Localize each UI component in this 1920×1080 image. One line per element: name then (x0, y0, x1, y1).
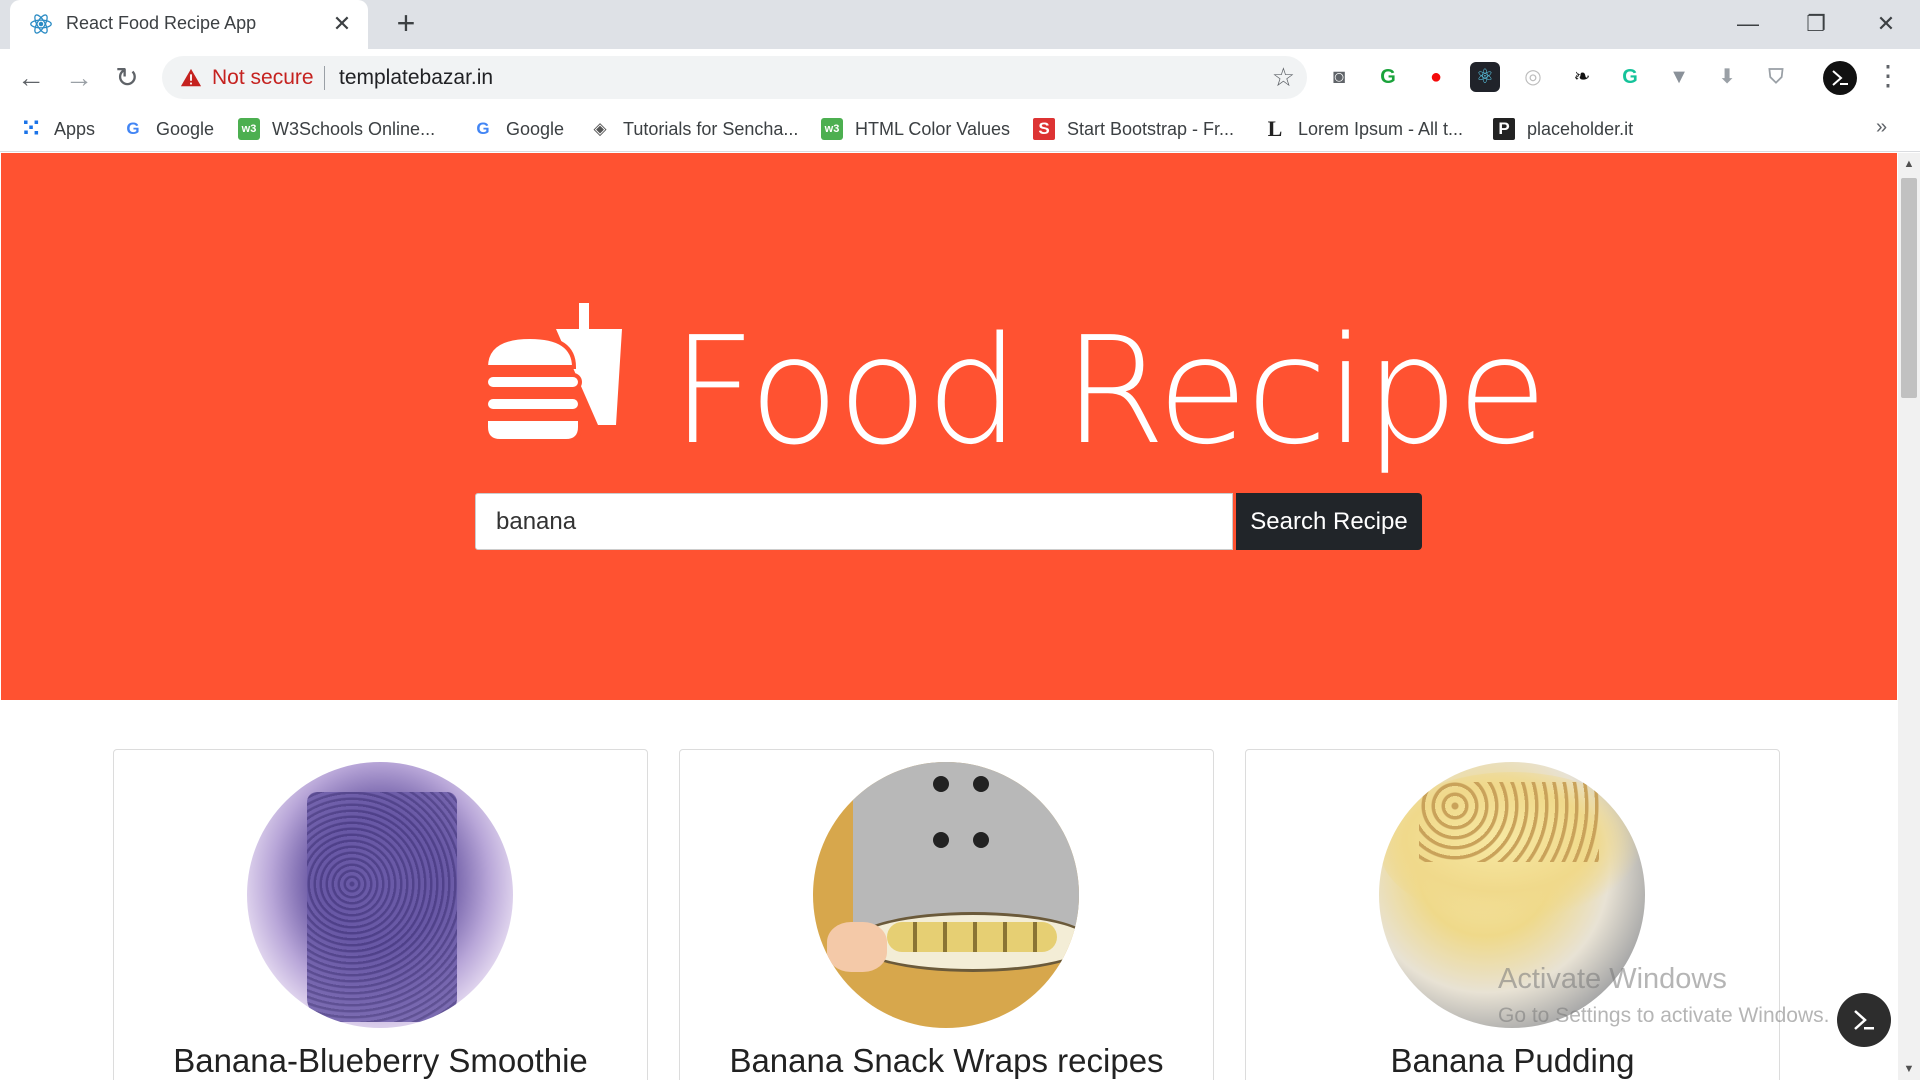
bookmark-apps[interactable]: ⁙ Apps (20, 115, 95, 143)
address-bar[interactable]: Not secure templatebazar.in ☆ (162, 56, 1307, 99)
forward-button[interactable]: → (62, 61, 96, 95)
grammarly-extension-icon[interactable]: G (1615, 62, 1645, 92)
camera-extension-icon[interactable]: ◙ (1324, 62, 1354, 92)
restore-button[interactable]: ❐ (1786, 6, 1846, 42)
tab-title: React Food Recipe App (66, 13, 257, 33)
address-divider (324, 66, 325, 90)
bookmark-sencha[interactable]: ◈ Tutorials for Sencha... (589, 115, 798, 143)
bookmark-lorem-ipsum[interactable]: L Lorem Ipsum - All t... (1264, 115, 1463, 143)
startbootstrap-icon: S (1033, 118, 1055, 140)
new-tab-button[interactable]: + (390, 7, 422, 40)
bookmark-placeholder[interactable]: P placeholder.it (1493, 115, 1633, 143)
recipe-image-smoothie[interactable] (247, 762, 513, 1028)
lorem-ipsum-icon: L (1267, 116, 1283, 141)
bookmark-google[interactable]: G Google (122, 115, 214, 143)
hand (827, 922, 887, 972)
tab-close-icon[interactable]: ✕ (328, 10, 356, 38)
reload-button[interactable]: ↻ (110, 61, 144, 95)
bookmark-google[interactable]: G Google (472, 115, 564, 143)
crumbs (1419, 782, 1599, 862)
smoothie-glass (307, 792, 457, 1022)
browser-toolbar: ← → ↻ Not secure templatebazar.in ☆ ◙ G ● ⚛… (0, 49, 1920, 106)
tab-strip: React Food Recipe App ✕ + — ❐ ✕ (0, 0, 1920, 49)
tab-active[interactable]: React Food Recipe App ✕ (10, 0, 368, 49)
bookmark-label: HTML Color Values (855, 118, 1011, 139)
burger-drink-logo-icon (483, 303, 622, 443)
page-viewport: Food Recipe Search Recipe Banana-Blueber… (0, 153, 1898, 1080)
recipe-card[interactable]: Banana Pudding (1245, 749, 1780, 1080)
download-extension-icon[interactable]: ⬇ (1712, 62, 1742, 92)
bird-extension-icon[interactable]: ❧ (1567, 62, 1597, 92)
profile-avatar[interactable] (1822, 60, 1858, 96)
watermark-title: Activate Windows (1498, 963, 1727, 995)
coat-button (933, 776, 949, 792)
recipe-card[interactable]: Banana Snack Wraps recipes (679, 749, 1214, 1080)
grammarly-go-extension-icon[interactable]: G (1373, 62, 1403, 92)
google-icon: G (126, 119, 140, 138)
recipe-image-snack-wraps[interactable] (813, 762, 1079, 1028)
coat-button (933, 832, 949, 848)
bookmark-w3schools[interactable]: w3 W3Schools Online... (238, 115, 435, 143)
bookmarks-overflow-button[interactable]: » (1876, 116, 1887, 139)
search-recipe-button[interactable]: Search Recipe (1236, 493, 1422, 550)
activate-windows-watermark: Activate Windows Go to Settings to activ… (1498, 963, 1830, 1028)
brand-title: Food Recipe (671, 305, 1548, 477)
coat-button (973, 832, 989, 848)
google-icon: G (476, 119, 490, 138)
page-scrollbar[interactable]: ▲ ▼ (1898, 153, 1920, 1080)
bookmark-label: Google (156, 118, 215, 139)
bookmark-label: placeholder.it (1527, 118, 1634, 139)
chef-coat (853, 762, 1079, 932)
vue-devtools-extension-icon[interactable]: ▼ (1664, 62, 1694, 92)
banana-slices (887, 922, 1057, 952)
bookmark-label: Tutorials for Sencha... (623, 118, 799, 139)
security-status[interactable]: Not secure (212, 66, 314, 90)
warning-icon (180, 68, 202, 87)
sencha-icon: ◈ (593, 119, 607, 138)
terminal-icon (1854, 1010, 1874, 1030)
url-text[interactable]: templatebazar.in (339, 66, 493, 90)
react-icon (30, 14, 52, 34)
minimize-button[interactable]: — (1718, 6, 1778, 42)
bookmark-label: W3Schools Online... (272, 118, 436, 139)
close-window-button[interactable]: ✕ (1856, 6, 1916, 42)
w3schools-icon: w3 (821, 118, 843, 140)
adblock-extension-icon[interactable]: ● (1421, 62, 1451, 92)
recipe-title: Banana Snack Wraps recipes (729, 1042, 1164, 1079)
bookmark-label: Google (506, 118, 565, 139)
bookmark-start-bootstrap[interactable]: S Start Bootstrap - Fr... (1033, 115, 1234, 143)
recipe-search-input[interactable] (475, 493, 1233, 550)
back-button[interactable]: ← (14, 61, 48, 95)
hero-banner: Food Recipe Search Recipe (1, 153, 1897, 700)
shield-extension-icon[interactable]: ⛉ (1761, 62, 1791, 92)
react-devtools-extension-icon[interactable]: ⚛ (1470, 62, 1500, 92)
bookmark-star-icon[interactable]: ☆ (1272, 63, 1295, 91)
apps-grid-icon: ⁙ (20, 115, 42, 142)
recipe-title: Banana-Blueberry Smoothie (173, 1042, 588, 1079)
menu-dots-icon[interactable]: ⋮ (1874, 61, 1902, 95)
watermark-subtitle: Go to Settings to activate Windows. (1498, 1004, 1830, 1027)
w3schools-icon: w3 (238, 118, 260, 140)
bookmark-label: Start Bootstrap - Fr... (1067, 118, 1235, 139)
scroll-down-arrow-icon[interactable]: ▼ (1898, 1058, 1920, 1080)
scroll-thumb[interactable] (1901, 178, 1917, 398)
recipe-card[interactable]: Banana-Blueberry Smoothie (113, 749, 648, 1080)
recipe-title: Banana Pudding (1390, 1042, 1635, 1079)
bookmarks-bar: ⁙ Apps G Google w3 W3Schools Online... G… (0, 106, 1920, 152)
coat-button (973, 776, 989, 792)
floating-terminal-button[interactable] (1837, 993, 1891, 1047)
color-picker-extension-icon[interactable]: ◎ (1518, 62, 1548, 92)
bookmark-label: Lorem Ipsum - All t... (1298, 118, 1464, 139)
placeholder-icon: P (1493, 118, 1515, 140)
scroll-up-arrow-icon[interactable]: ▲ (1898, 153, 1920, 175)
bookmark-label: Apps (54, 118, 96, 139)
bookmark-html-color-values[interactable]: w3 HTML Color Values (821, 115, 1010, 143)
